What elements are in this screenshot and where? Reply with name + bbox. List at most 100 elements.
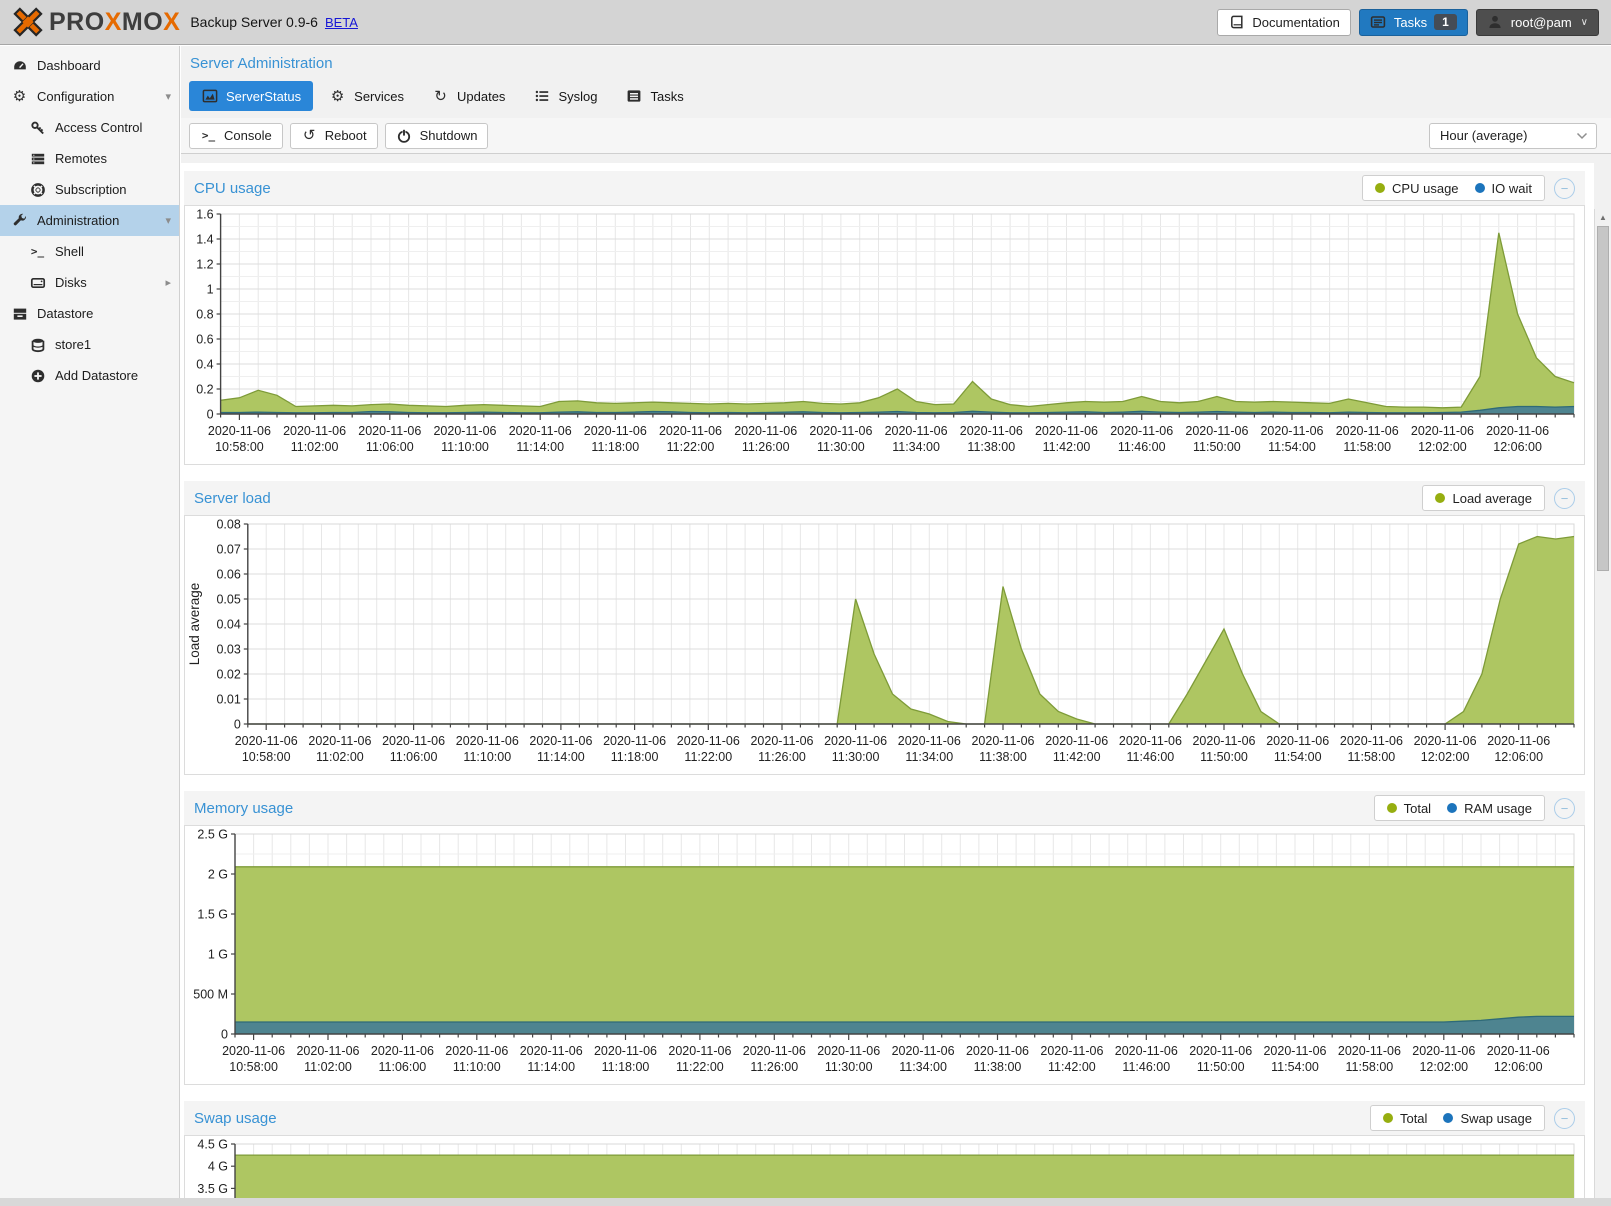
collapse-panel-button[interactable]: − bbox=[1554, 178, 1575, 199]
tab-updates[interactable]: ↻Updates bbox=[420, 81, 517, 111]
svg-text:2020-11-06: 2020-11-06 bbox=[1340, 734, 1403, 748]
tab-label: ServerStatus bbox=[226, 89, 301, 104]
sidebar-item-label: Add Datastore bbox=[55, 368, 138, 383]
tab-syslog[interactable]: Syslog bbox=[521, 81, 609, 111]
svg-text:2020-11-06: 2020-11-06 bbox=[960, 424, 1023, 438]
chevron-down-icon[interactable]: ▾ bbox=[165, 90, 171, 103]
svg-text:2020-11-06: 2020-11-06 bbox=[509, 424, 572, 438]
svg-text:11:58:00: 11:58:00 bbox=[1346, 1060, 1394, 1074]
legend-label: Swap usage bbox=[1460, 1111, 1532, 1126]
svg-text:2020-11-06: 2020-11-06 bbox=[898, 734, 961, 748]
svg-text:2020-11-06: 2020-11-06 bbox=[677, 734, 740, 748]
legend-item-swap-usage[interactable]: Swap usage bbox=[1443, 1111, 1532, 1126]
app-subtitle: Backup Server 0.9-6 bbox=[190, 14, 318, 30]
svg-text:11:10:00: 11:10:00 bbox=[463, 750, 511, 764]
svg-text:2020-11-06: 2020-11-06 bbox=[296, 1044, 359, 1058]
sidebar-item-label: Administration bbox=[37, 213, 119, 228]
svg-text:11:46:00: 11:46:00 bbox=[1118, 440, 1166, 454]
legend-dot bbox=[1475, 183, 1485, 193]
sidebar-item-subscription[interactable]: Subscription bbox=[0, 174, 179, 205]
svg-text:2020-11-06: 2020-11-06 bbox=[1119, 734, 1182, 748]
svg-text:11:34:00: 11:34:00 bbox=[892, 440, 940, 454]
chevron-right-icon[interactable]: ▸ bbox=[165, 276, 171, 289]
svg-text:11:30:00: 11:30:00 bbox=[825, 1060, 873, 1074]
svg-text:0.8: 0.8 bbox=[196, 308, 213, 322]
chart-memory-usage: 0500 M1 G1.5 G2 G2.5 G2020-11-0610:58:00… bbox=[184, 825, 1585, 1085]
svg-text:0.04: 0.04 bbox=[216, 618, 240, 632]
beta-link[interactable]: BETA bbox=[325, 15, 358, 30]
sidebar-item-administration[interactable]: Administration ▾ bbox=[0, 205, 179, 236]
user-menu-button[interactable]: root@pam ∨ bbox=[1476, 9, 1599, 36]
legend-item-total[interactable]: Total bbox=[1387, 801, 1431, 816]
svg-text:11:34:00: 11:34:00 bbox=[899, 1060, 947, 1074]
tab-tasks[interactable]: Tasks bbox=[613, 81, 695, 111]
legend-dot bbox=[1435, 493, 1445, 503]
svg-text:2020-11-06: 2020-11-06 bbox=[1487, 734, 1550, 748]
collapse-panel-button[interactable]: − bbox=[1554, 1108, 1575, 1129]
collapse-panel-button[interactable]: − bbox=[1554, 488, 1575, 509]
tab-serverstatus[interactable]: ServerStatus bbox=[189, 81, 313, 111]
scrollbar-up-arrow[interactable]: ▲ bbox=[1595, 209, 1611, 225]
legend-label: Load average bbox=[1452, 491, 1532, 506]
legend-item-load-average[interactable]: Load average bbox=[1435, 491, 1532, 506]
collapse-panel-button[interactable]: − bbox=[1554, 798, 1575, 819]
chart-server-load: 00.010.020.030.040.050.060.070.082020-11… bbox=[184, 515, 1585, 775]
tasks-icon bbox=[1370, 14, 1387, 31]
sidebar-item-add-datastore[interactable]: Add Datastore bbox=[0, 360, 179, 391]
svg-text:2020-11-06: 2020-11-06 bbox=[1412, 1044, 1475, 1058]
app-header: PROXMOX Backup Server 0.9-6 BETA Documen… bbox=[0, 0, 1611, 45]
legend-item-total[interactable]: Total bbox=[1383, 1111, 1427, 1126]
sidebar-item-remotes[interactable]: Remotes bbox=[0, 143, 179, 174]
svg-text:2020-11-06: 2020-11-06 bbox=[1336, 424, 1399, 438]
shutdown-button[interactable]: Shutdown bbox=[385, 123, 489, 149]
scrollbar-thumb[interactable] bbox=[1597, 226, 1609, 571]
chevron-down-icon[interactable]: ▾ bbox=[165, 214, 171, 227]
svg-text:0.02: 0.02 bbox=[216, 668, 240, 682]
svg-text:11:50:00: 11:50:00 bbox=[1200, 750, 1248, 764]
svg-text:4 G: 4 G bbox=[208, 1160, 228, 1174]
sidebar-item-configuration[interactable]: ⚙Configuration▾ bbox=[0, 81, 179, 112]
svg-text:2020-11-06: 2020-11-06 bbox=[734, 424, 797, 438]
legend-item-io-wait[interactable]: IO wait bbox=[1475, 181, 1532, 196]
sidebar-item-disks[interactable]: Disks ▸ bbox=[0, 267, 179, 298]
chart-legend: Total Swap usage bbox=[1370, 1105, 1545, 1131]
svg-text:11:14:00: 11:14:00 bbox=[537, 750, 585, 764]
svg-text:11:22:00: 11:22:00 bbox=[667, 440, 715, 454]
svg-text:2020-11-06: 2020-11-06 bbox=[885, 424, 948, 438]
svg-text:0.01: 0.01 bbox=[216, 693, 240, 707]
svg-text:2.5 G: 2.5 G bbox=[197, 828, 228, 842]
tasks-list-icon bbox=[625, 88, 642, 105]
sidebar-item-shell[interactable]: >_Shell bbox=[0, 236, 179, 267]
sidebar-item-datastore[interactable]: Datastore bbox=[0, 298, 179, 329]
svg-text:11:02:00: 11:02:00 bbox=[316, 750, 364, 764]
documentation-button[interactable]: Documentation bbox=[1217, 9, 1350, 36]
console-button[interactable]: >_Console bbox=[189, 123, 283, 149]
sidebar-item-dashboard[interactable]: Dashboard bbox=[0, 50, 179, 81]
legend-item-cpu-usage[interactable]: CPU usage bbox=[1375, 181, 1458, 196]
svg-text:12:02:00: 12:02:00 bbox=[1419, 1060, 1468, 1074]
sidebar-item-label: Disks bbox=[55, 275, 87, 290]
chevron-down-icon: ∨ bbox=[1581, 17, 1588, 28]
tab-services[interactable]: ⚙Services bbox=[317, 81, 416, 111]
sidebar-item-label: Subscription bbox=[55, 182, 127, 197]
svg-text:11:42:00: 11:42:00 bbox=[1053, 750, 1101, 764]
time-range-select[interactable]: Hour (average) bbox=[1429, 123, 1597, 149]
tasks-button[interactable]: Tasks 1 bbox=[1359, 9, 1468, 36]
svg-text:500 M: 500 M bbox=[193, 988, 228, 1002]
svg-text:0: 0 bbox=[207, 408, 214, 422]
main-area: Server Administration ServerStatus⚙Servi… bbox=[181, 46, 1611, 1206]
sidebar-item-store1[interactable]: store1 bbox=[0, 329, 179, 360]
svg-text:12:02:00: 12:02:00 bbox=[1418, 440, 1467, 454]
svg-text:11:22:00: 11:22:00 bbox=[684, 750, 732, 764]
svg-text:10:58:00: 10:58:00 bbox=[229, 1060, 278, 1074]
svg-text:11:46:00: 11:46:00 bbox=[1127, 750, 1175, 764]
sidebar-item-access-control[interactable]: Access Control bbox=[0, 112, 179, 143]
shell-icon: >_ bbox=[29, 243, 46, 260]
svg-text:2020-11-06: 2020-11-06 bbox=[966, 1044, 1029, 1058]
svg-text:2020-11-06: 2020-11-06 bbox=[1263, 1044, 1326, 1058]
legend-item-ram-usage[interactable]: RAM usage bbox=[1447, 801, 1532, 816]
sidebar: Dashboard⚙Configuration▾Access ControlRe… bbox=[0, 46, 180, 1206]
reboot-button[interactable]: ↺Reboot bbox=[290, 123, 378, 149]
vertical-scrollbar[interactable]: ▲ bbox=[1594, 209, 1611, 1198]
svg-text:2020-11-06: 2020-11-06 bbox=[1487, 1044, 1550, 1058]
